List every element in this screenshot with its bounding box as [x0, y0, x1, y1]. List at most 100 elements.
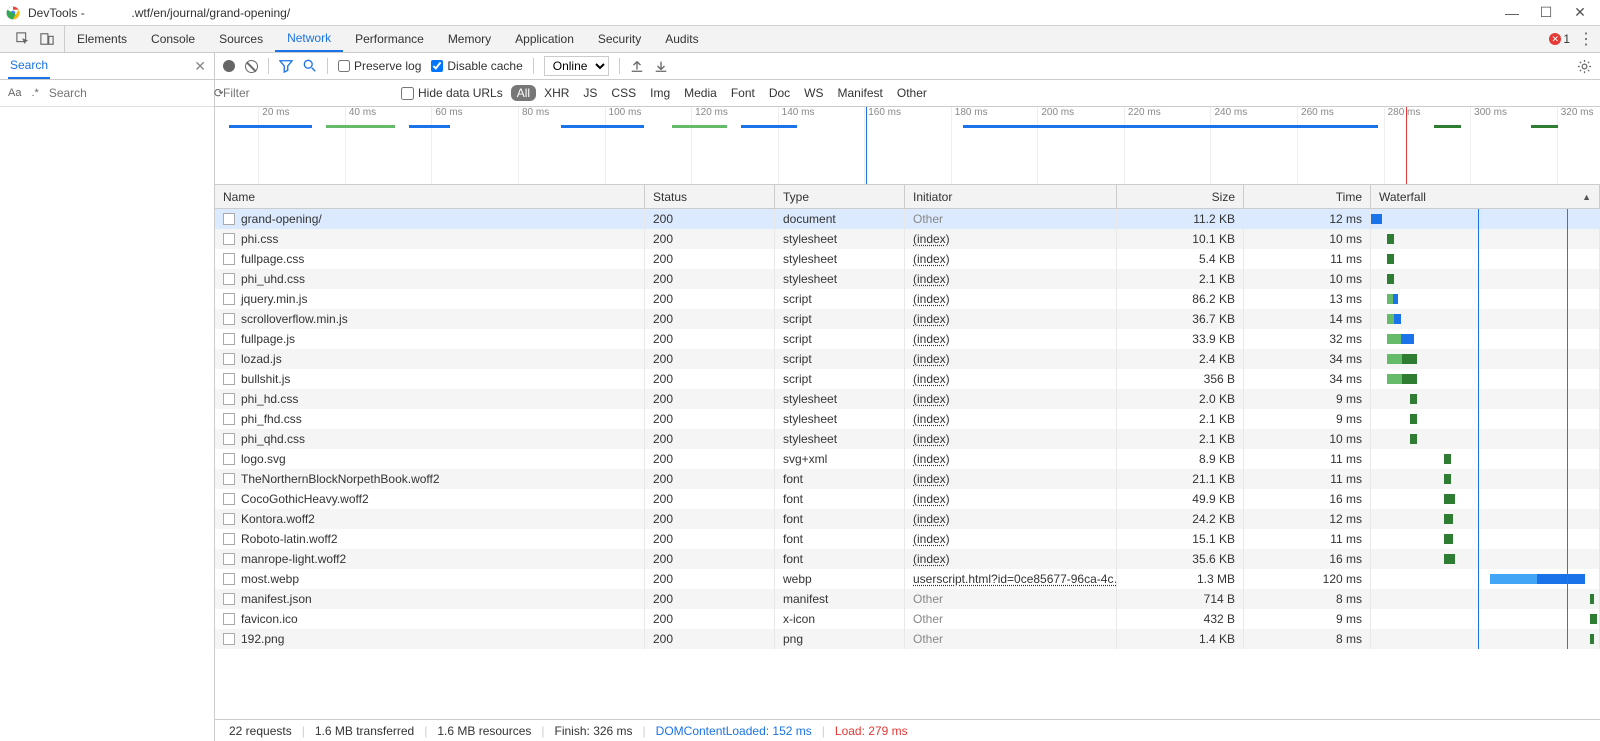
error-count-badge[interactable]: ✕1	[1549, 32, 1570, 46]
kebab-menu-icon[interactable]: ⋮	[1578, 29, 1594, 49]
filter-type-other[interactable]: Other	[891, 85, 933, 101]
tab-network[interactable]: Network	[275, 26, 343, 52]
table-row[interactable]: manifest.json200manifestOther714 B8 ms	[215, 589, 1600, 609]
tab-console[interactable]: Console	[139, 26, 207, 52]
table-row[interactable]: scrolloverflow.min.js200script(index)36.…	[215, 309, 1600, 329]
table-row[interactable]: phi_qhd.css200stylesheet(index)2.1 KB10 …	[215, 429, 1600, 449]
regex-toggle[interactable]: .*	[31, 87, 38, 99]
export-har-icon[interactable]	[654, 59, 668, 73]
filter-toggle-icon[interactable]	[279, 59, 293, 73]
tab-application[interactable]: Application	[503, 26, 586, 52]
request-status: 200	[645, 609, 775, 629]
filter-type-font[interactable]: Font	[725, 85, 761, 101]
devtools-main-toolbar: ElementsConsoleSourcesNetworkPerformance…	[0, 26, 1600, 53]
request-initiator[interactable]: (index)	[913, 332, 950, 346]
table-row[interactable]: bullshit.js200script(index)356 B34 ms	[215, 369, 1600, 389]
column-waterfall[interactable]: Waterfall▲	[1371, 185, 1600, 208]
window-maximize-icon[interactable]: ☐	[1538, 5, 1554, 21]
table-row[interactable]: 192.png200pngOther1.4 KB8 ms	[215, 629, 1600, 649]
tab-memory[interactable]: Memory	[436, 26, 503, 52]
request-waterfall	[1371, 369, 1600, 389]
request-initiator[interactable]: (index)	[913, 492, 950, 506]
column-time[interactable]: Time	[1244, 185, 1371, 208]
filter-type-css[interactable]: CSS	[605, 85, 642, 101]
request-waterfall	[1371, 549, 1600, 569]
column-initiator[interactable]: Initiator	[905, 185, 1117, 208]
window-minimize-icon[interactable]: —	[1504, 5, 1520, 21]
request-initiator[interactable]: (index)	[913, 392, 950, 406]
request-status: 200	[645, 229, 775, 249]
request-initiator[interactable]: (index)	[913, 312, 950, 326]
request-name: manifest.json	[241, 592, 312, 606]
disable-cache-checkbox[interactable]: Disable cache	[431, 59, 522, 73]
filter-type-manifest[interactable]: Manifest	[832, 85, 889, 101]
preserve-log-checkbox[interactable]: Preserve log	[338, 59, 421, 73]
request-initiator[interactable]: (index)	[913, 532, 950, 546]
table-row[interactable]: grand-opening/200documentOther11.2 KB12 …	[215, 209, 1600, 229]
request-initiator[interactable]: (index)	[913, 252, 950, 266]
hide-data-urls-checkbox[interactable]: Hide data URLs	[401, 86, 503, 100]
table-row[interactable]: jquery.min.js200script(index)86.2 KB13 m…	[215, 289, 1600, 309]
column-name[interactable]: Name	[215, 185, 645, 208]
request-initiator[interactable]: (index)	[913, 272, 950, 286]
filter-type-ws[interactable]: WS	[798, 85, 829, 101]
inspect-element-icon[interactable]	[16, 32, 30, 46]
match-case-toggle[interactable]: Aa	[8, 87, 21, 99]
table-row[interactable]: most.webp200webpuserscript.html?id=0ce85…	[215, 569, 1600, 589]
network-timeline-overview[interactable]: 20 ms40 ms60 ms80 ms100 ms120 ms140 ms16…	[215, 107, 1600, 185]
table-row[interactable]: fullpage.js200script(index)33.9 KB32 ms	[215, 329, 1600, 349]
table-row[interactable]: logo.svg200svg+xml(index)8.9 KB11 ms	[215, 449, 1600, 469]
filter-type-all[interactable]: All	[511, 85, 536, 101]
table-row[interactable]: TheNorthernBlockNorpethBook.woff2200font…	[215, 469, 1600, 489]
request-initiator[interactable]: (index)	[913, 352, 950, 366]
request-initiator[interactable]: userscript.html?id=0ce85677-96ca-4c…	[913, 572, 1117, 586]
network-toolbar: Preserve log Disable cache Online	[215, 53, 1600, 80]
table-row[interactable]: phi_hd.css200stylesheet(index)2.0 KB9 ms	[215, 389, 1600, 409]
request-initiator[interactable]: (index)	[913, 432, 950, 446]
request-initiator[interactable]: (index)	[913, 232, 950, 246]
table-row[interactable]: favicon.ico200x-iconOther432 B9 ms	[215, 609, 1600, 629]
filter-type-doc[interactable]: Doc	[763, 85, 796, 101]
tab-security[interactable]: Security	[586, 26, 653, 52]
request-initiator[interactable]: (index)	[913, 472, 950, 486]
tab-elements[interactable]: Elements	[65, 26, 139, 52]
search-input[interactable]	[49, 86, 204, 100]
filter-type-xhr[interactable]: XHR	[538, 85, 575, 101]
filter-input[interactable]	[223, 84, 383, 103]
filter-type-js[interactable]: JS	[577, 85, 603, 101]
request-initiator[interactable]: (index)	[913, 372, 950, 386]
settings-icon[interactable]	[1577, 59, 1592, 74]
table-row[interactable]: manrope-light.woff2200font(index)35.6 KB…	[215, 549, 1600, 569]
import-har-icon[interactable]	[630, 59, 644, 73]
tab-performance[interactable]: Performance	[343, 26, 436, 52]
table-row[interactable]: CocoGothicHeavy.woff2200font(index)49.9 …	[215, 489, 1600, 509]
request-initiator[interactable]: (index)	[913, 292, 950, 306]
table-row[interactable]: fullpage.css200stylesheet(index)5.4 KB11…	[215, 249, 1600, 269]
table-row[interactable]: phi_fhd.css200stylesheet(index)2.1 KB9 m…	[215, 409, 1600, 429]
filter-type-media[interactable]: Media	[678, 85, 723, 101]
table-row[interactable]: phi.css200stylesheet(index)10.1 KB10 ms	[215, 229, 1600, 249]
request-initiator[interactable]: (index)	[913, 412, 950, 426]
requests-table-header: Name Status Type Initiator Size Time Wat…	[215, 185, 1600, 209]
tab-sources[interactable]: Sources	[207, 26, 275, 52]
table-row[interactable]: lozad.js200script(index)2.4 KB34 ms	[215, 349, 1600, 369]
column-size[interactable]: Size	[1117, 185, 1244, 208]
tab-audits[interactable]: Audits	[653, 26, 710, 52]
table-row[interactable]: Roboto-latin.woff2200font(index)15.1 KB1…	[215, 529, 1600, 549]
column-type[interactable]: Type	[775, 185, 905, 208]
record-icon[interactable]	[223, 60, 235, 72]
request-initiator[interactable]: (index)	[913, 512, 950, 526]
request-initiator[interactable]: (index)	[913, 452, 950, 466]
table-row[interactable]: phi_uhd.css200stylesheet(index)2.1 KB10 …	[215, 269, 1600, 289]
throttling-select[interactable]: Online	[544, 56, 609, 76]
column-status[interactable]: Status	[645, 185, 775, 208]
search-icon[interactable]	[303, 59, 317, 73]
table-row[interactable]: Kontora.woff2200font(index)24.2 KB12 ms	[215, 509, 1600, 529]
filter-type-img[interactable]: Img	[644, 85, 676, 101]
request-initiator[interactable]: (index)	[913, 552, 950, 566]
clear-log-icon[interactable]	[245, 60, 258, 73]
search-tab-label[interactable]: Search	[8, 53, 50, 79]
window-close-icon[interactable]: ✕	[1572, 5, 1588, 21]
close-icon[interactable]: ✕	[194, 58, 206, 75]
device-toolbar-icon[interactable]	[40, 32, 54, 46]
